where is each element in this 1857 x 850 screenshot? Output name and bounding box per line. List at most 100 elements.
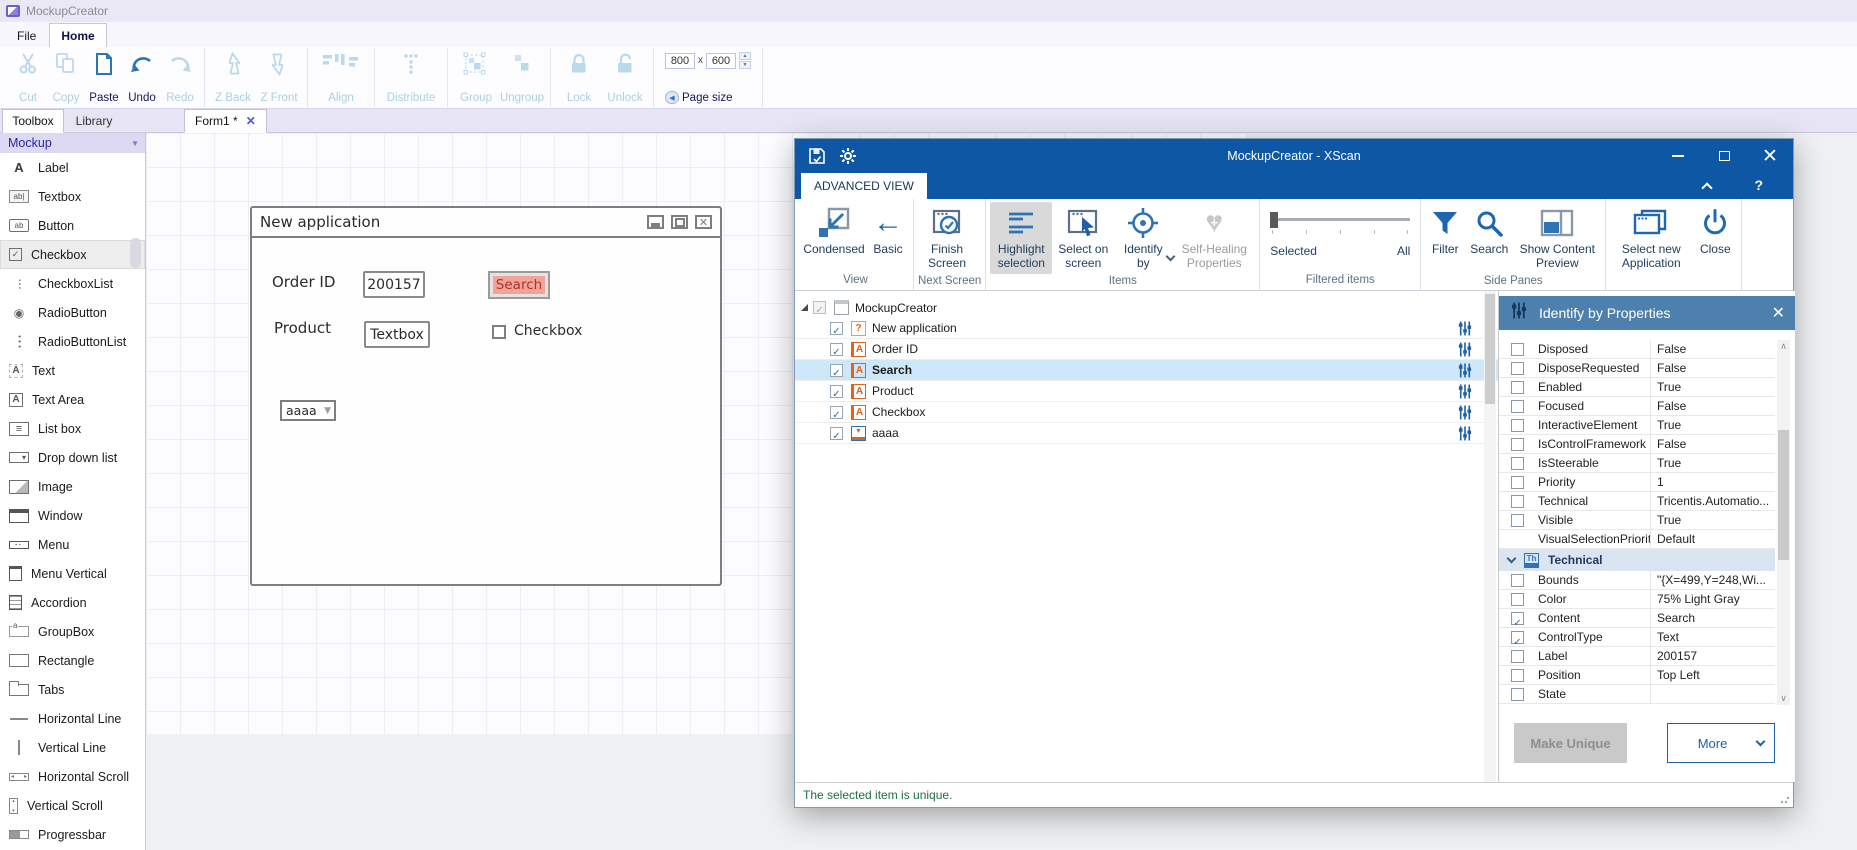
property-checkbox[interactable] [1511, 343, 1524, 356]
make-unique-button[interactable]: Make Unique [1514, 723, 1627, 763]
sidebar-scrollbar-thumb[interactable] [130, 238, 141, 268]
tree-scrollbar[interactable] [1484, 291, 1496, 782]
toolbox-item[interactable]: Menu [0, 530, 145, 559]
z-back-button[interactable]: Z Back [210, 48, 256, 107]
group-button[interactable]: Group [453, 48, 499, 107]
ungroup-button[interactable]: Ungroup [499, 48, 545, 107]
tree-row-checkbox[interactable] [830, 343, 843, 356]
search-button[interactable]: Search [493, 276, 545, 294]
scroll-down-icon[interactable]: ∨ [1777, 692, 1790, 705]
identify-properties-icon[interactable] [1458, 342, 1472, 360]
tree-row-checkbox[interactable] [830, 385, 843, 398]
menu-file[interactable]: File [6, 24, 47, 47]
close-tab-icon[interactable]: ✕ [246, 114, 256, 128]
basic-button[interactable]: ← Basic [867, 202, 909, 260]
undo-button[interactable]: Undo [123, 48, 161, 107]
property-row[interactable]: Enabled True [1499, 378, 1775, 397]
toolbox-item[interactable]: Accordion [0, 588, 145, 617]
property-checkbox[interactable] [1511, 476, 1524, 489]
resize-grip[interactable] [1780, 794, 1790, 804]
select-new-application-button[interactable]: Select new Application [1610, 202, 1692, 274]
tree-row-checkbox[interactable] [830, 322, 843, 335]
tree-expander-icon[interactable] [801, 304, 808, 311]
tab-form1[interactable]: Form1 * ✕ [184, 109, 267, 133]
tree-row-checkbox[interactable] [813, 301, 826, 314]
mockup-checkbox-label[interactable]: Checkbox [514, 323, 582, 339]
toolbox-item[interactable]: GroupBox [0, 617, 145, 646]
toolbox-item[interactable]: RadioButton [0, 298, 145, 327]
order-id-textbox[interactable]: 200157 [363, 271, 425, 298]
property-row[interactable]: IsSteerable True [1499, 454, 1775, 473]
lock-button[interactable]: Lock [556, 48, 602, 107]
unlock-button[interactable]: Unlock [602, 48, 648, 107]
more-button[interactable]: More [1667, 723, 1775, 763]
highlight-selection-button[interactable]: Highlight selection [990, 202, 1052, 274]
toolbox-item[interactable]: Vertical Line [0, 733, 145, 762]
select-on-screen-button[interactable]: Select on screen [1053, 202, 1113, 274]
close-window-icon[interactable]: ✕ [1747, 139, 1793, 173]
tree-row[interactable]: Product [795, 381, 1498, 402]
sketch-maximize-icon[interactable] [671, 215, 688, 229]
property-row[interactable]: Label 200157 [1499, 647, 1775, 666]
property-checkbox[interactable] [1511, 400, 1524, 413]
property-checkbox[interactable] [1511, 612, 1524, 625]
identify-properties-icon[interactable] [1458, 426, 1472, 444]
property-row[interactable]: Priority 1 [1499, 473, 1775, 492]
toolbox-item[interactable]: Horizontal Line [0, 704, 145, 733]
spin-up-icon[interactable]: ▲ [739, 52, 751, 60]
toolbox-item[interactable]: Vertical Scroll [0, 791, 145, 820]
property-row[interactable]: Content Search [1499, 609, 1775, 628]
property-checkbox[interactable] [1511, 593, 1524, 606]
property-checkbox[interactable] [1511, 669, 1524, 682]
menu-home[interactable]: Home [49, 23, 106, 47]
z-front-button[interactable]: Z Front [256, 48, 302, 107]
property-row[interactable]: VisualSelectionPriority Default [1499, 530, 1775, 549]
tree-row-checkbox[interactable] [830, 406, 843, 419]
property-checkbox[interactable] [1511, 514, 1524, 527]
toolbox-item[interactable]: CheckboxList [0, 269, 145, 298]
sketch-close-icon[interactable]: ✕ [695, 215, 712, 229]
more-chevron-icon[interactable] [1756, 737, 1766, 747]
sketch-minimize-icon[interactable] [647, 215, 664, 229]
toolbox-item[interactable]: Text Area [0, 385, 145, 414]
identify-properties-icon[interactable] [1458, 405, 1472, 423]
help-icon[interactable]: ? [1754, 177, 1763, 193]
property-row[interactable]: DisposeRequested False [1499, 359, 1775, 378]
finish-screen-button[interactable]: Finish Screen [918, 202, 976, 274]
filtered-items-slider[interactable]: Selected All [1264, 202, 1416, 258]
properties-scrollbar[interactable]: ∧ ∨ [1777, 340, 1790, 705]
collapse-ribbon-icon[interactable] [1701, 182, 1712, 193]
tab-library[interactable]: Library [66, 109, 122, 133]
identify-properties-icon[interactable] [1458, 321, 1472, 339]
properties-scrollbar-thumb[interactable] [1778, 430, 1789, 560]
tree-row-checkbox[interactable] [830, 427, 843, 440]
technical-section-header[interactable]: Th Technical [1499, 549, 1775, 571]
filter-button[interactable]: Filter [1425, 202, 1465, 260]
property-row[interactable]: Position Top Left [1499, 666, 1775, 685]
toolbox-item[interactable]: Progressbar [0, 820, 145, 849]
property-checkbox[interactable] [1511, 438, 1524, 451]
self-healing-button[interactable]: ♥+ Self-Healing Properties [1173, 202, 1255, 274]
page-size-back-icon[interactable]: ◀ [665, 91, 679, 104]
property-checkbox[interactable] [1511, 650, 1524, 663]
toolbox-item[interactable]: Button [0, 211, 145, 240]
property-row[interactable]: Visible True [1499, 511, 1775, 530]
tree-row[interactable]: New application [795, 318, 1498, 339]
redo-button[interactable]: Redo [161, 48, 199, 107]
tree-scrollbar-thumb[interactable] [1485, 294, 1495, 404]
condensed-button[interactable]: Condensed [802, 202, 866, 260]
mockup-window-titlebar[interactable]: New application ✕ [252, 208, 720, 238]
toolbox-item[interactable]: Menu Vertical [0, 559, 145, 588]
toolbox-item[interactable]: Text [0, 356, 145, 385]
property-row[interactable]: ControlType Text [1499, 628, 1775, 647]
identify-properties-icon[interactable] [1458, 363, 1472, 381]
property-checkbox[interactable] [1511, 362, 1524, 375]
close-xscan-button[interactable]: Close [1693, 202, 1737, 260]
order-id-label[interactable]: Order ID [272, 273, 335, 291]
property-row[interactable]: IsControlFramework False [1499, 435, 1775, 454]
product-label[interactable]: Product [274, 319, 331, 337]
toolbox-item[interactable]: Horizontal Scroll [0, 762, 145, 791]
page-width-input[interactable]: 800 [665, 53, 695, 69]
spin-down-icon[interactable]: ▼ [739, 61, 751, 69]
toolbox-item[interactable]: List box [0, 414, 145, 443]
